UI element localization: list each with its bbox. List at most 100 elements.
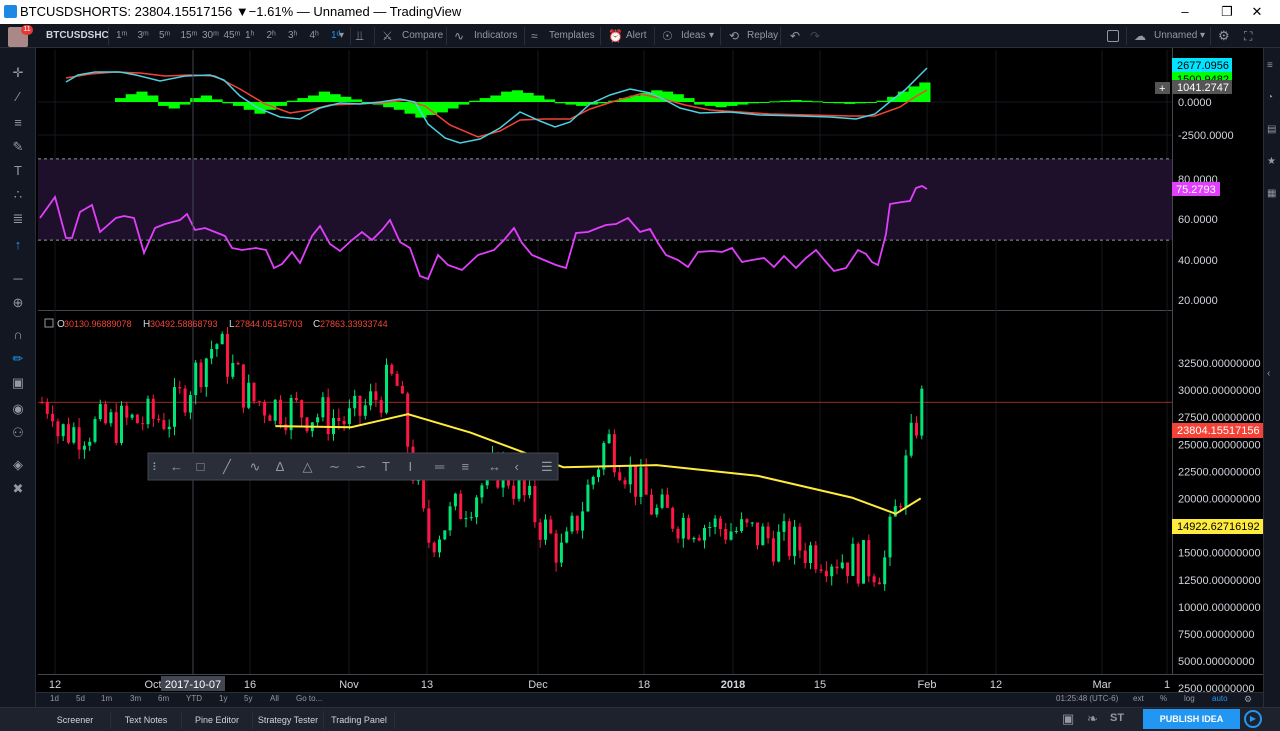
range-2[interactable]: 1m xyxy=(101,694,112,703)
range-6[interactable]: 1y xyxy=(219,694,227,703)
macd-histogram-bar xyxy=(511,90,523,102)
price-candle xyxy=(469,511,473,521)
price-tick-label: 12500.00000000 xyxy=(1178,575,1261,587)
macd-histogram-bar xyxy=(715,102,727,108)
price-candle xyxy=(512,476,516,505)
price-candle xyxy=(607,429,611,444)
candle-body xyxy=(713,518,717,527)
candle-body xyxy=(538,522,542,540)
drawing-tool-5-icon[interactable]: △ xyxy=(303,459,313,474)
percent-toggle[interactable]: % xyxy=(1160,694,1167,703)
price-candle xyxy=(644,458,648,495)
drawing-toolbar[interactable]: ⠇ ← □ ╱ ∿ ∆ △ ∼ ∽ T I ═ ≡ ↔ ‹ ☰ xyxy=(147,452,559,481)
auto-toggle[interactable]: auto xyxy=(1212,694,1228,703)
range-1[interactable]: 5d xyxy=(76,694,85,703)
twitter-icon[interactable]: ❧ xyxy=(1087,711,1098,727)
candle-body xyxy=(109,412,113,424)
publish-idea-button[interactable]: PUBLISH IDEA xyxy=(1143,709,1240,729)
price-candle xyxy=(332,409,335,441)
price-candle xyxy=(316,413,320,428)
drawing-tool-2-icon[interactable]: ╱ xyxy=(222,458,232,475)
rsi-pane[interactable]: 80.000060.000040.000020.000075.2793 xyxy=(38,158,1220,307)
price-candle xyxy=(342,416,346,431)
macd-histogram-bar xyxy=(565,102,577,105)
price-candle xyxy=(809,541,812,570)
play-icon[interactable]: ▶ xyxy=(1244,710,1262,728)
drawing-tool-14-icon[interactable]: ☰ xyxy=(541,459,553,474)
price-candle xyxy=(321,392,325,422)
stocktwits-icon[interactable]: ST xyxy=(1110,712,1124,724)
candle-body xyxy=(475,497,479,518)
range-9[interactable]: Go to... xyxy=(296,694,322,703)
range-5[interactable]: YTD xyxy=(186,694,202,703)
time-tick-label: 12 xyxy=(990,679,1002,691)
macd-histogram-bar xyxy=(275,102,288,106)
price-candle xyxy=(904,449,908,515)
candle-body xyxy=(93,419,97,442)
drawing-tool-9-icon[interactable]: I xyxy=(409,459,413,474)
range-7[interactable]: 5y xyxy=(244,694,252,703)
crosshair-date-text: 2017-10-07 xyxy=(165,679,221,691)
drawing-tool-4-icon[interactable]: ∆ xyxy=(276,459,284,474)
candle-body xyxy=(342,421,346,425)
candle-body xyxy=(618,472,622,481)
range-0[interactable]: 1d xyxy=(50,694,59,703)
price-candle xyxy=(830,564,834,586)
macd-histogram-bar xyxy=(812,101,824,103)
drawing-tool-8-icon[interactable]: T xyxy=(382,459,390,474)
price-candle xyxy=(703,524,706,549)
ext-toggle[interactable]: ext xyxy=(1133,694,1144,703)
price-candle xyxy=(167,419,171,438)
drawing-tool-1-icon[interactable]: □ xyxy=(197,459,205,474)
scale-settings-icon[interactable]: ⚙ xyxy=(1244,694,1252,705)
drawing-tool-12-icon[interactable]: ↔ xyxy=(488,459,501,474)
candle-body xyxy=(756,522,759,546)
range-3[interactable]: 3m xyxy=(130,694,141,703)
camera-icon[interactable]: ▣ xyxy=(1062,711,1074,727)
drawing-tool-3-icon[interactable]: ∿ xyxy=(250,459,261,474)
drawing-tool-0-icon[interactable]: ← xyxy=(170,459,183,474)
price-candle xyxy=(305,416,309,434)
candle-body xyxy=(82,445,86,450)
candle-body xyxy=(787,521,791,557)
drawing-tool-6-icon[interactable]: ∼ xyxy=(329,459,340,474)
candle-body xyxy=(692,537,696,540)
drawing-tool-11-icon[interactable]: ≡ xyxy=(462,459,470,474)
price-pane[interactable]: 32500.00000000 30000.00000000 27500.000000… xyxy=(38,50,1263,695)
candle-body xyxy=(830,566,834,577)
range-4[interactable]: 6m xyxy=(158,694,169,703)
macd-histogram-bar xyxy=(329,94,341,102)
plus-icon[interactable]: + xyxy=(1159,83,1165,95)
tab-screener[interactable]: Screener xyxy=(40,711,111,729)
candle-body xyxy=(565,531,569,543)
log-toggle[interactable]: log xyxy=(1184,694,1195,703)
range-8[interactable]: All xyxy=(270,694,279,703)
drawing-tool-7-icon[interactable]: ∽ xyxy=(356,459,367,474)
price-candle xyxy=(877,577,881,585)
drawing-tool-10-icon[interactable]: ═ xyxy=(434,459,445,474)
macd-pane[interactable]: 0.0000-2500.00002677.09561500.94821041.2… xyxy=(38,58,1234,144)
tab-pine-editor[interactable]: Pine Editor xyxy=(182,711,253,729)
candle-body xyxy=(687,518,691,540)
candle-body xyxy=(289,398,293,431)
collapse-legend-icon[interactable] xyxy=(44,318,54,328)
drawing-tool-13-icon[interactable]: ‹ xyxy=(515,459,519,474)
price-candle xyxy=(872,573,876,587)
candle-body xyxy=(798,526,802,551)
tab-trading-panel[interactable]: Trading Panel xyxy=(324,711,395,729)
tab-strategy-tester[interactable]: Strategy Tester xyxy=(253,711,324,729)
price-candle xyxy=(533,480,537,528)
drag-handle-icon[interactable]: ⠇ xyxy=(152,462,160,474)
candle-body xyxy=(464,518,468,520)
candle-body xyxy=(151,398,155,419)
macd-histogram-bar xyxy=(490,95,502,102)
price-candle xyxy=(618,466,622,482)
price-candle xyxy=(432,541,436,558)
chart-area[interactable]: 0.0000-2500.00002677.09561500.94821041.2… xyxy=(0,0,1280,731)
price-candle xyxy=(353,389,357,417)
pane-separator xyxy=(38,310,1172,311)
tab-text-notes[interactable]: Text Notes xyxy=(111,711,182,729)
candle-body xyxy=(528,485,532,496)
price-candle xyxy=(750,521,754,527)
candle-body xyxy=(279,399,282,425)
